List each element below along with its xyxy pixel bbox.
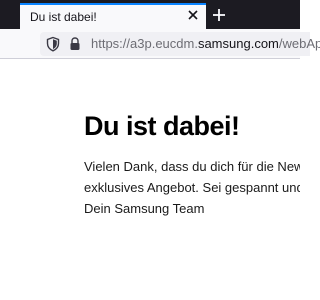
lock-icon[interactable]: [67, 36, 83, 52]
message-line: exklusives Angebot. Sei gespannt und: [84, 180, 300, 195]
url-prefix: https://a3p.eucdm.: [91, 36, 198, 51]
url-text[interactable]: https://a3p.eucdm.samsung.com/webApp/: [91, 36, 320, 51]
navigation-bar: https://a3p.eucdm.samsung.com/webApp/: [0, 29, 320, 59]
url-path: /webApp/: [278, 36, 320, 51]
new-tab-button[interactable]: [208, 4, 230, 26]
signature-line: Dein Samsung Team: [84, 201, 205, 216]
message-body: Vielen Dank, dass du dich für die New ex…: [84, 156, 300, 219]
page-content: Du ist dabei! Vielen Dank, dass du dich …: [0, 59, 300, 300]
tab-active[interactable]: Du ist dabei!: [20, 3, 206, 29]
close-icon[interactable]: [186, 8, 200, 22]
url-bar[interactable]: https://a3p.eucdm.samsung.com/webApp/: [40, 32, 320, 56]
shield-icon[interactable]: [45, 36, 61, 52]
url-domain: samsung.com: [197, 36, 279, 51]
tab-strip: Du ist dabei!: [0, 0, 300, 29]
tab-title: Du ist dabei!: [30, 10, 97, 24]
message-line: Vielen Dank, dass du dich für die New: [84, 159, 300, 174]
page-title: Du ist dabei!: [84, 111, 240, 141]
previous-tab-edge[interactable]: [0, 4, 6, 29]
